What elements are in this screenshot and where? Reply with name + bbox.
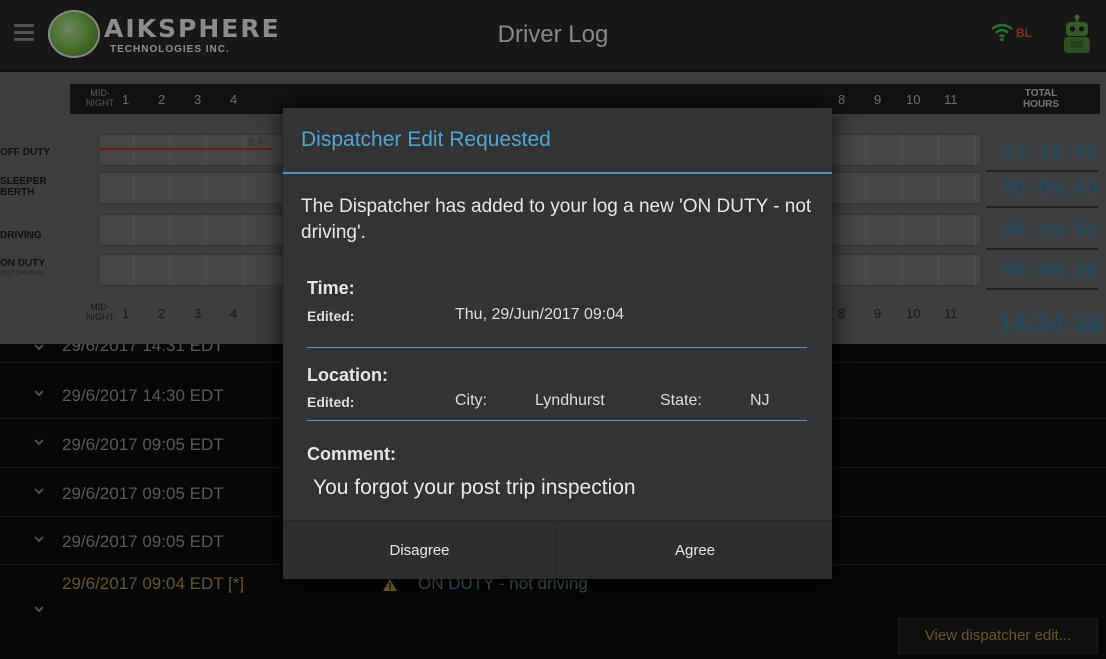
comment-text: You forgot your post trip inspection — [313, 476, 636, 499]
state-label: State: — [660, 392, 702, 409]
time-heading: Time: — [307, 278, 355, 298]
location-heading: Location: — [307, 365, 388, 385]
dispatcher-edit-dialog: Dispatcher Edit Requested The Dispatcher… — [283, 108, 832, 579]
comment-heading: Comment: — [307, 444, 396, 464]
city-label: City: — [455, 392, 487, 409]
time-edited-value: Thu, 29/Jun/2017 09:04 — [455, 306, 625, 323]
location-edited-label: Edited: — [307, 394, 355, 410]
time-edited-label: Edited: — [307, 308, 355, 324]
city-value: Lyndhurst — [535, 392, 605, 409]
disagree-button[interactable]: Disagree — [283, 521, 557, 579]
dialog-message: The Dispatcher has added to your log a n… — [301, 196, 812, 243]
dialog-title: Dispatcher Edit Requested — [301, 128, 551, 151]
divider — [283, 172, 832, 174]
dialog-button-bar: Disagree Agree — [283, 520, 832, 579]
agree-button[interactable]: Agree — [558, 521, 832, 579]
divider — [307, 347, 807, 348]
divider — [307, 420, 807, 421]
state-value: NJ — [750, 392, 770, 409]
